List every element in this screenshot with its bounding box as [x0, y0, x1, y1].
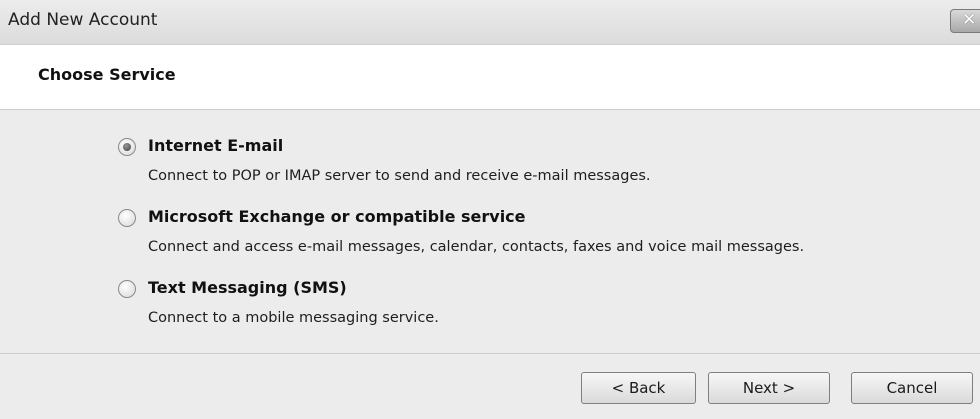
microsoft-exchange-description: Connect and access e-mail messages, cale… [148, 239, 805, 255]
button-bar: < Back Next > Cancel [0, 354, 980, 419]
add-new-account-dialog: Add New Account ✕ Choose Service Interne… [0, 0, 980, 419]
next-button[interactable]: Next > [708, 372, 830, 404]
title-bar: Add New Account ✕ [0, 0, 980, 45]
cancel-button[interactable]: Cancel [851, 372, 973, 404]
internet-email-label[interactable]: Internet E-mail [148, 136, 283, 155]
service-options: Internet E-mail Connect to POP or IMAP s… [0, 110, 980, 354]
page-title: Choose Service [38, 65, 176, 84]
internet-email-radio[interactable] [118, 138, 136, 156]
microsoft-exchange-radio[interactable] [118, 209, 136, 227]
text-messaging-label[interactable]: Text Messaging (SMS) [148, 278, 347, 297]
close-icon: ✕ [962, 10, 977, 30]
internet-email-description: Connect to POP or IMAP server to send an… [148, 168, 651, 184]
microsoft-exchange-label[interactable]: Microsoft Exchange or compatible service [148, 207, 526, 226]
back-button[interactable]: < Back [581, 372, 696, 404]
text-messaging-radio[interactable] [118, 280, 136, 298]
header-band: Choose Service [0, 45, 980, 110]
close-button[interactable]: ✕ [950, 9, 980, 33]
text-messaging-description: Connect to a mobile messaging service. [148, 310, 439, 326]
window-title: Add New Account [8, 10, 158, 30]
